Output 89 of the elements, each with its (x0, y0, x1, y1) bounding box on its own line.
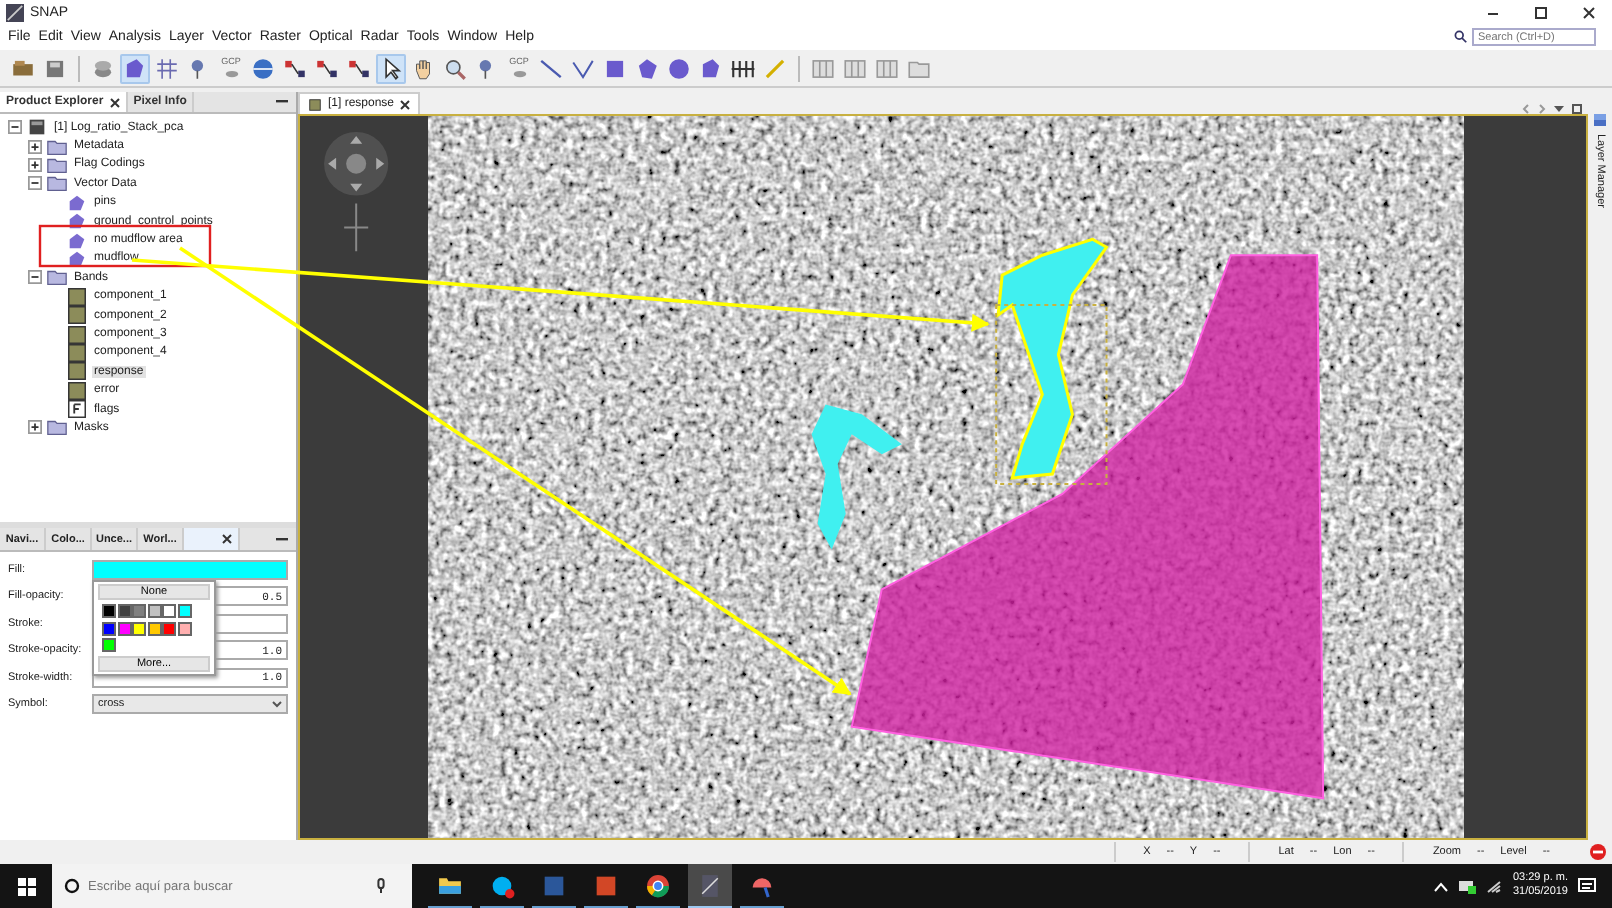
color-swatch[interactable] (102, 638, 116, 652)
zoom-icon (442, 55, 468, 81)
snap-taskbar-icon[interactable] (688, 864, 732, 908)
pan-icon (410, 55, 436, 81)
globe-tool-button[interactable] (248, 53, 278, 83)
color-swatch[interactable] (132, 604, 146, 618)
vector-icon (698, 55, 724, 81)
search-icon[interactable] (1454, 30, 1468, 44)
graph-icon (346, 55, 372, 81)
select-tool-button[interactable] (376, 53, 406, 83)
color-swatch[interactable] (162, 604, 176, 618)
close-icon[interactable] (222, 534, 232, 544)
polygon-icon (634, 55, 660, 81)
wifi-icon[interactable] (1486, 879, 1503, 893)
band-node-icon (66, 379, 88, 402)
search-icon (64, 878, 80, 894)
vector-icon (122, 55, 148, 81)
color-swatch[interactable] (147, 604, 161, 618)
folder-node-icon (46, 266, 68, 289)
color-swatch[interactable] (177, 621, 191, 635)
collapse-icon[interactable] (28, 270, 42, 285)
error-icon[interactable] (1590, 844, 1606, 860)
layout-icon (810, 55, 836, 81)
band-node-icon (66, 285, 88, 308)
pencil-icon (762, 55, 788, 81)
color-swatch[interactable] (147, 621, 161, 635)
layout-icon (874, 55, 900, 81)
start-icon[interactable] (18, 877, 36, 895)
chrome-app-icon (644, 871, 672, 899)
ellipse-tool-button[interactable] (664, 53, 694, 83)
folder-node-icon (46, 416, 68, 439)
graph-icon (282, 55, 308, 81)
band-node-icon (66, 360, 88, 383)
color-swatch[interactable] (117, 604, 131, 618)
maximize-icon[interactable] (1572, 104, 1582, 114)
product-node-icon (26, 116, 48, 139)
color-swatch[interactable] (117, 621, 131, 635)
powerpoint-app-icon (592, 871, 620, 899)
app-logo-icon (6, 3, 24, 21)
folder-node-icon (46, 135, 68, 158)
band-node-icon (66, 323, 88, 345)
skype-app-icon (488, 871, 516, 899)
layers-icon[interactable] (1592, 112, 1608, 128)
word-app-icon (540, 871, 568, 899)
polygon-shape[interactable] (850, 254, 1325, 800)
grid-icon (154, 55, 180, 81)
maximize-icon[interactable] (1533, 5, 1547, 19)
graph-icon (314, 55, 340, 81)
line-icon (538, 55, 564, 81)
color-swatch[interactable] (177, 604, 191, 618)
color-field[interactable] (92, 559, 288, 580)
rect-icon (602, 55, 628, 81)
open-icon (10, 55, 36, 81)
polygon-shape[interactable] (811, 404, 902, 550)
expand-icon[interactable] (28, 420, 42, 435)
close-icon[interactable] (109, 97, 120, 107)
notification-icon[interactable] (1578, 877, 1596, 895)
close-icon[interactable] (1581, 5, 1595, 19)
microphone-icon[interactable] (376, 878, 386, 894)
vector-tool-button[interactable] (120, 53, 150, 83)
band-node-icon (66, 341, 88, 364)
panel-tab[interactable] (184, 528, 240, 550)
color-swatch[interactable] (162, 621, 176, 635)
save-icon (42, 55, 68, 81)
folder-node-icon (46, 172, 68, 195)
caret-icon (272, 700, 282, 709)
vector-node-icon (66, 247, 88, 270)
color-swatch[interactable] (102, 621, 116, 635)
navigation-control-drawing[interactable] (324, 131, 389, 253)
collapse-icon[interactable] (8, 120, 22, 135)
layout-icon (842, 55, 868, 81)
flag-node-icon (66, 398, 88, 421)
color-swatch[interactable] (102, 604, 116, 618)
collapse-icon[interactable] (28, 176, 42, 191)
grid-tool-button[interactable] (152, 53, 182, 83)
minimize-icon[interactable] (276, 537, 288, 541)
chevron-up-icon[interactable] (1434, 881, 1449, 891)
globe-icon (250, 55, 276, 81)
minimize-icon[interactable] (276, 100, 288, 104)
band-node-icon (66, 304, 88, 327)
close-icon[interactable] (400, 99, 411, 109)
ruler-icon (730, 55, 756, 81)
folder-node-icon (46, 153, 68, 176)
expand-icon[interactable] (28, 139, 42, 154)
layers-icon (90, 55, 116, 81)
color-swatch[interactable] (132, 621, 146, 635)
polyline-icon (570, 55, 596, 81)
ellipse-icon (666, 55, 692, 81)
expand-icon[interactable] (28, 157, 42, 172)
